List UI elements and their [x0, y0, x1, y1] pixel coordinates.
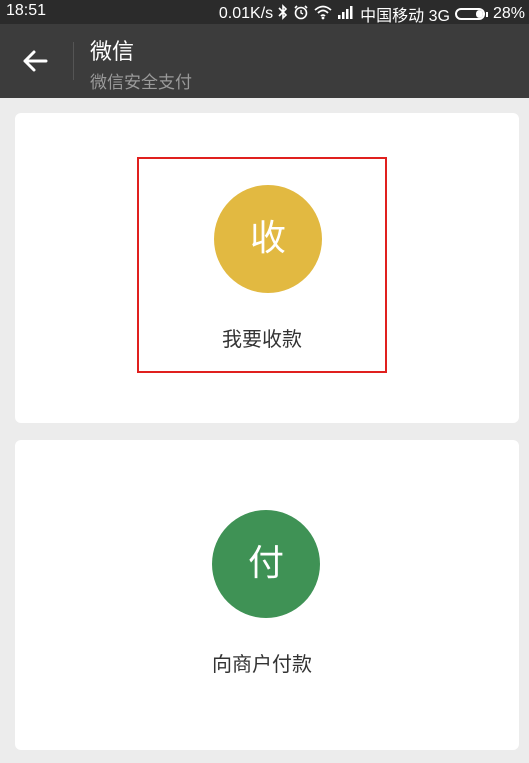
back-button[interactable] — [14, 42, 58, 80]
receive-card: 收 我要收款 — [15, 113, 519, 423]
bluetooth-icon — [278, 4, 288, 24]
pay-card: 付 向商户付款 — [15, 440, 519, 750]
network-speed: 0.01K/s — [218, 5, 274, 22]
battery-fill — [475, 10, 483, 18]
status-icons: 0.01K/s 中国移动 3G 28% — [219, 2, 525, 26]
receive-payment-button[interactable]: 收 我要收款 — [137, 157, 387, 373]
pay-merchant-label: 向商户付款 — [212, 652, 312, 676]
arrow-left-icon — [23, 50, 48, 72]
page-subtitle: 微信安全支付 — [90, 73, 192, 93]
title-divider — [73, 42, 74, 80]
battery-percent: 28% — [492, 5, 525, 22]
carrier-name: 中国移动 3G — [360, 8, 450, 25]
title-bar: 微信 微信安全支付 — [0, 24, 529, 98]
alarm-icon — [293, 4, 309, 24]
pay-merchant-button[interactable]: 付 向商户付款 — [137, 484, 387, 700]
pay-icon: 付 — [212, 510, 320, 618]
receive-payment-label: 我要收款 — [222, 327, 302, 351]
status-time: 18:51 — [6, 2, 47, 19]
page-title: 微信 — [90, 40, 135, 65]
status-bar: 18:51 0.01K/s 中国移动 3G 28% — [0, 0, 529, 26]
signal-icon — [337, 5, 355, 23]
wifi-icon — [314, 4, 332, 24]
battery-icon — [454, 8, 488, 20]
receive-icon: 收 — [214, 185, 322, 293]
